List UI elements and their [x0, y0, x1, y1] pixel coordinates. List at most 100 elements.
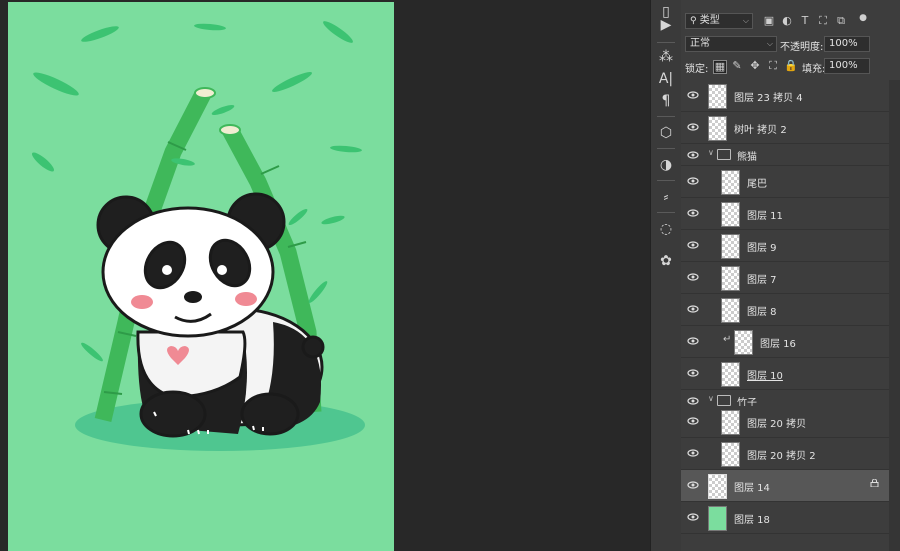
lock-icon[interactable]: 🔒	[784, 60, 798, 72]
layer-row[interactable]: 尾巴	[681, 166, 889, 198]
chevron-down-icon: ⌵	[766, 39, 773, 48]
panda-illustration	[31, 21, 365, 451]
layer-row[interactable]: 图层 18	[681, 502, 889, 534]
layer-thumbnail	[708, 116, 727, 141]
opacity-value: 100%	[829, 38, 858, 49]
eye-icon[interactable]	[687, 175, 699, 187]
layer-thumbnail	[721, 410, 740, 435]
layer-row[interactable]: 树叶 拷贝 2	[681, 112, 889, 144]
clipping-mask-icon: ↵	[723, 334, 732, 345]
layer-name: 树叶 拷贝 2	[734, 125, 787, 136]
layer-row[interactable]: 图层 11	[681, 198, 889, 230]
layer-row[interactable]: 图层 9	[681, 230, 889, 262]
tool-divider	[657, 180, 675, 181]
move-icon[interactable]: ✥	[749, 60, 761, 72]
group-name: 熊猫	[737, 152, 757, 163]
eye-icon[interactable]	[687, 239, 699, 251]
layer-name: 图层 20 拷贝 2	[747, 451, 816, 462]
brush-settings-icon[interactable]: ⸗	[655, 186, 677, 208]
layer-thumbnail	[721, 234, 740, 259]
layer-name: 图层 7	[747, 275, 777, 286]
filter-kind-label: 类型	[699, 15, 720, 26]
eye-icon[interactable]	[687, 89, 699, 101]
swatches-icon[interactable]: ⁂	[655, 46, 677, 68]
layer-row[interactable]: 图层 20 拷贝	[681, 406, 889, 438]
chevron-down-icon: ⌵	[742, 16, 749, 25]
checkerboard-lock-icon[interactable]: ▦	[713, 60, 727, 74]
layer-name: 尾巴	[747, 179, 767, 190]
adjustment-filter-icon[interactable]: ◐	[781, 15, 793, 27]
pixel-filter-icon[interactable]: ▣	[763, 15, 775, 27]
eye-icon[interactable]	[687, 271, 699, 283]
tool-divider	[657, 148, 675, 149]
layer-name: 图层 11	[747, 211, 783, 222]
layer-thumbnail	[734, 330, 753, 355]
filter-toggle-icon[interactable]: ●	[857, 12, 869, 24]
character-icon[interactable]: A|	[655, 68, 677, 90]
lock-label: 锁定:	[685, 64, 709, 75]
play-actions-icon[interactable]: ▶	[655, 14, 677, 36]
folder-icon	[717, 149, 731, 160]
eye-icon[interactable]	[687, 447, 699, 459]
tool-divider	[657, 212, 675, 213]
tool-divider	[657, 42, 675, 43]
chevron-down-icon[interactable]: ∨	[708, 148, 714, 157]
layer-name: 图层 23 拷贝 4	[734, 93, 803, 104]
eye-icon[interactable]	[687, 207, 699, 219]
rotate-view-icon[interactable]: ◌	[655, 218, 677, 240]
eye-icon[interactable]	[687, 367, 699, 379]
eye-icon[interactable]	[687, 149, 699, 161]
layer-row[interactable]: 图层 8	[681, 294, 889, 326]
paragraph-icon[interactable]: ¶	[655, 90, 677, 112]
layer-name: 图层 20 拷贝	[747, 419, 807, 430]
smart-object-filter-icon[interactable]: ⧉	[835, 15, 847, 27]
layers-panel: ⚲ 类型 ⌵ ▣ ◐ T ⛶ ⧉ ● 正常 ⌵ 不透明度: 100% 锁定: ▦…	[681, 0, 900, 551]
layer-name: 图层 16	[760, 339, 796, 350]
brush-icon[interactable]: ✎	[731, 60, 743, 72]
layer-row[interactable]: 图层 23 拷贝 4	[681, 80, 889, 112]
shape-filter-icon[interactable]: ⛶	[817, 15, 829, 27]
type-filter-icon[interactable]: T	[799, 15, 811, 27]
layer-name: 图层 10	[747, 371, 783, 382]
layer-row[interactable]: 图层 20 拷贝 2	[681, 438, 889, 470]
tool-divider	[657, 116, 675, 117]
layer-thumbnail	[721, 442, 740, 467]
layer-group-row[interactable]: ∨ 熊猫	[681, 144, 889, 166]
eye-icon[interactable]	[687, 511, 699, 523]
layer-thumbnail	[708, 84, 727, 109]
layer-row[interactable]: 图层 10	[681, 358, 889, 390]
panel-tool-strip: ▯ ▶ ⁂ A| ¶ ⬡ ◑ ⸗ ◌ ✿	[650, 0, 681, 551]
lock-icon[interactable]	[870, 479, 879, 487]
layer-thumbnail	[721, 170, 740, 195]
fill-label: 填充:	[802, 64, 826, 75]
layers-scrollbar[interactable]	[889, 80, 900, 551]
layer-thumbnail	[721, 362, 740, 387]
filter-kind-dropdown[interactable]: ⚲ 类型 ⌵	[685, 13, 753, 29]
layer-name: 图层 9	[747, 243, 777, 254]
layer-thumbnail	[721, 266, 740, 291]
workspace-background	[394, 0, 636, 551]
opacity-field[interactable]: 100%	[824, 36, 870, 52]
document-canvas[interactable]	[8, 2, 394, 551]
artboard-icon[interactable]: ⛶	[767, 60, 779, 72]
eye-icon[interactable]	[687, 415, 699, 427]
eye-icon[interactable]	[687, 303, 699, 315]
layer-row[interactable]: 图层 7	[681, 262, 889, 294]
layer-name: 图层 14	[734, 483, 770, 494]
folder-icon	[717, 395, 731, 406]
eye-icon[interactable]	[687, 479, 699, 491]
eye-icon[interactable]	[687, 335, 699, 347]
layer-thumbnail	[708, 474, 727, 499]
chevron-down-icon[interactable]: ∨	[708, 394, 714, 403]
layer-name: 图层 8	[747, 307, 777, 318]
eye-icon[interactable]	[687, 121, 699, 133]
layer-thumbnail	[721, 202, 740, 227]
blend-mode-label: 正常	[690, 38, 710, 49]
3d-cube-icon[interactable]: ⬡	[655, 122, 677, 144]
color-palette-icon[interactable]: ✿	[655, 250, 677, 272]
blend-mode-dropdown[interactable]: 正常 ⌵	[685, 36, 777, 52]
layer-row[interactable]: ↵ 图层 16	[681, 326, 889, 358]
adjustments-icon[interactable]: ◑	[655, 154, 677, 176]
fill-field[interactable]: 100%	[824, 58, 870, 74]
layer-row-selected[interactable]: 图层 14	[681, 470, 889, 502]
